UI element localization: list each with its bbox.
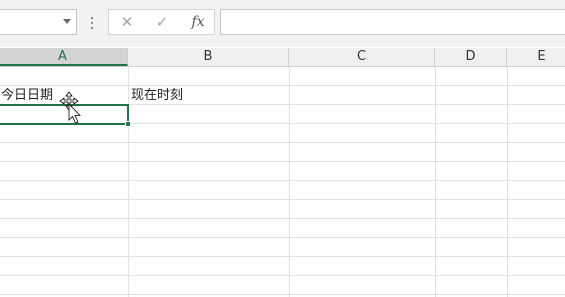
insert-function-button[interactable]: fx xyxy=(182,10,214,34)
row-divider xyxy=(0,180,565,181)
column-divider xyxy=(128,67,129,297)
column-divider xyxy=(289,67,290,297)
chevron-down-icon[interactable] xyxy=(63,19,71,24)
row-divider xyxy=(0,256,565,257)
column-header-bar: A B C D E xyxy=(0,48,565,67)
row-divider xyxy=(0,142,565,143)
row-divider xyxy=(0,161,565,162)
row-divider xyxy=(0,237,565,238)
cancel-icon[interactable]: ✕ xyxy=(111,10,143,34)
row-divider xyxy=(0,199,565,200)
formula-input[interactable] xyxy=(220,9,565,35)
formula-buttons: ✕ ✓ fx xyxy=(108,9,215,35)
column-header-b[interactable]: B xyxy=(128,48,289,66)
more-options-icon[interactable] xyxy=(86,15,98,31)
column-header-d[interactable]: D xyxy=(435,48,507,66)
name-box[interactable] xyxy=(0,9,77,35)
column-header-a[interactable]: A xyxy=(0,48,128,66)
column-divider xyxy=(507,67,508,297)
enter-icon[interactable]: ✓ xyxy=(146,10,178,34)
cell-a2[interactable]: 今日日期 xyxy=(1,87,53,105)
row-divider xyxy=(0,218,565,219)
cell-b2[interactable]: 现在时刻 xyxy=(131,87,183,105)
column-divider xyxy=(435,67,436,297)
row-divider xyxy=(0,85,565,86)
formula-bar: ✕ ✓ fx xyxy=(0,0,565,47)
column-header-c[interactable]: C xyxy=(289,48,435,66)
column-header-e[interactable]: E xyxy=(507,48,565,66)
move-cursor-icon xyxy=(59,92,81,124)
fill-handle[interactable] xyxy=(125,121,131,127)
row-divider xyxy=(0,275,565,276)
row-divider xyxy=(0,294,565,295)
